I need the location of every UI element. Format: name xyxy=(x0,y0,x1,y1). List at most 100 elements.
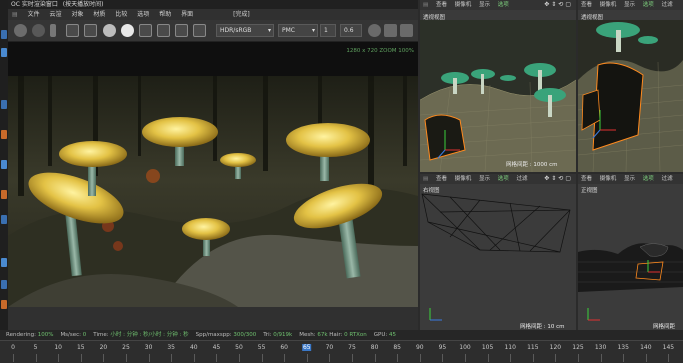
spp-value: 300/300 xyxy=(233,332,257,338)
vp-menu-camera[interactable]: 摄像机 xyxy=(600,174,617,184)
vp-menu-view[interactable]: 查看 xyxy=(436,0,447,10)
tool-icon[interactable] xyxy=(1,30,7,39)
menu-item-material[interactable]: 材质 xyxy=(93,9,105,20)
timeline-tick-label: 100 xyxy=(459,344,471,351)
field-a-input[interactable]: 1 xyxy=(320,24,336,37)
tool-icon[interactable] xyxy=(1,215,7,224)
vp-menu-view[interactable]: 查看 xyxy=(436,174,447,184)
vp-menu-filter[interactable]: 过滤 xyxy=(662,0,673,10)
field-b-input[interactable]: 0.6 xyxy=(340,24,362,37)
clay-mode-icon[interactable] xyxy=(139,24,152,37)
pause-icon[interactable] xyxy=(50,24,56,37)
record-icon[interactable] xyxy=(368,24,381,37)
vp-menu-display[interactable]: 显示 xyxy=(479,174,490,184)
timeline-tick xyxy=(329,354,331,362)
vp-menu-options[interactable]: 选项 xyxy=(643,0,654,10)
vp-menu-view[interactable]: 查看 xyxy=(581,0,592,10)
vp-menu-display[interactable]: 显示 xyxy=(479,0,490,10)
oc-menu-bar: ▤ 文件 云渲 对象 材质 比较 选项 帮助 界面 [完成] xyxy=(8,9,418,20)
vp-menu-camera[interactable]: 摄像机 xyxy=(455,174,472,184)
timeline-tick-label: 85 xyxy=(393,344,402,351)
viewport-front-view[interactable]: 查看 摄像机 显示 选项 过滤 正视图 网格间距 xyxy=(578,174,683,330)
menu-item-options[interactable]: 选项 xyxy=(137,9,149,20)
timeline-tick-label: 45 xyxy=(212,344,221,351)
timeline-tick xyxy=(261,354,263,362)
tool-icon[interactable] xyxy=(1,100,7,109)
snapshot-icon[interactable] xyxy=(400,24,413,37)
timeline-tick xyxy=(13,354,14,362)
timeline-tick xyxy=(171,354,173,362)
color-picker-icon[interactable] xyxy=(193,24,206,37)
hair-label: Hair: xyxy=(329,332,343,338)
tool-icon[interactable] xyxy=(1,130,7,139)
timeline-tick-label: 75 xyxy=(348,344,356,351)
sync-icon[interactable] xyxy=(32,24,45,37)
timeline-tick-label: 15 xyxy=(76,344,85,351)
timeline-tick-label: 95 xyxy=(438,344,447,351)
timeline-tick-label: 105 xyxy=(481,344,494,351)
vp-menu-view[interactable]: 查看 xyxy=(581,174,592,184)
kernel-mode-value: PMC xyxy=(282,27,295,34)
menu-item-cloud[interactable]: 云渲 xyxy=(50,9,62,20)
vp-menu-filter[interactable]: 过滤 xyxy=(662,174,673,184)
timeline-tick-label: 130 xyxy=(594,344,607,351)
tool-icon[interactable] xyxy=(1,190,7,199)
pick-focus-icon[interactable] xyxy=(84,24,97,37)
menu-item-interface[interactable]: 界面 xyxy=(181,9,193,20)
timeline-tick-label: 0 xyxy=(11,344,15,351)
timeline-tick xyxy=(103,354,105,362)
viewport-perspective-top-right[interactable]: 查看 摄像机 显示 选项 过滤 透视视图 xyxy=(578,0,683,172)
timeline-tick xyxy=(578,354,579,362)
viewport-scene xyxy=(578,243,683,321)
settings-gear-icon[interactable] xyxy=(103,24,116,37)
camera-icon[interactable] xyxy=(384,24,397,37)
timeline-playhead[interactable]: 65 xyxy=(301,344,312,351)
viewport-nav-icons[interactable]: ✥⇕⟲▢ xyxy=(544,1,573,8)
vp-menu-options[interactable]: 选项 xyxy=(498,0,509,10)
oc-window-title: OC 实时渲染窗口 xyxy=(11,1,58,8)
tool-icon[interactable] xyxy=(1,160,7,169)
field-a-value: 1 xyxy=(324,27,328,34)
menu-item-compare[interactable]: 比较 xyxy=(115,9,127,20)
timeline-tick-label: 55 xyxy=(257,344,266,351)
menu-item-object[interactable]: 对象 xyxy=(71,9,83,20)
ms-sec-value: 0 xyxy=(82,332,87,338)
tool-icon[interactable] xyxy=(1,300,7,309)
lock-icon[interactable] xyxy=(121,24,134,37)
menu-item-help[interactable]: 帮助 xyxy=(159,9,171,20)
viewport-nav-icons[interactable]: ✥⇕⟲▢ xyxy=(544,175,573,182)
vp-menu-camera[interactable]: 摄像机 xyxy=(455,0,472,10)
timeline-tick xyxy=(58,354,60,362)
color-space-select[interactable]: HDR/sRGB ▾ xyxy=(216,24,274,37)
render-status-tag: [完成] xyxy=(233,11,250,18)
menu-item-file[interactable]: 文件 xyxy=(28,9,40,20)
timeline-tick-label: 60 xyxy=(280,344,289,351)
channel-icon[interactable] xyxy=(157,24,170,37)
vp-menu-display[interactable]: 显示 xyxy=(624,0,635,10)
vp-menu-camera[interactable]: 摄像机 xyxy=(600,0,617,10)
tool-icon[interactable] xyxy=(1,258,7,267)
oc-toolbar: HDR/sRGB ▾ PMC ▾ 1 0.6 xyxy=(8,20,418,42)
vp-menu-options[interactable]: 选项 xyxy=(498,174,509,184)
timeline-tick xyxy=(148,354,150,362)
tool-icon[interactable] xyxy=(1,48,7,57)
vp-menu-filter[interactable]: 过滤 xyxy=(517,174,528,184)
viewport-right-view[interactable]: ▤ 查看 摄像机 显示 选项 过滤 ✥⇕⟲▢ 右视图 网格间距 : 10 cm xyxy=(420,174,576,330)
render-status-bar: Rendering: 100% Ms/sec: 0 Time: 小时 : 分钟 … xyxy=(0,330,683,340)
viewport-scene xyxy=(578,20,683,172)
vp-menu-display[interactable]: 显示 xyxy=(624,174,635,184)
viewport-perspective-top-left[interactable]: ▤ 查看 摄像机 显示 选项 ✥⇕⟲▢ 透视视图 网格间距: 1000 cm xyxy=(420,0,576,172)
timeline-tick-label: 10 xyxy=(54,344,63,351)
timeline-tick-label: 25 xyxy=(122,344,130,351)
kernel-mode-select[interactable]: PMC ▾ xyxy=(278,24,318,37)
rendering-value: 100% xyxy=(37,332,54,338)
vp-menu-options[interactable]: 选项 xyxy=(643,174,654,184)
refresh-icon[interactable] xyxy=(14,24,27,37)
grid-icon[interactable] xyxy=(175,24,188,37)
animation-timeline[interactable]: 0 5 10 15 20 25 30 35 40 45 50 55 60 65 70 75 80 85 90 95 10… xyxy=(0,340,683,363)
tool-icon[interactable] xyxy=(1,280,7,289)
timeline-tick xyxy=(239,354,240,362)
field-b-value: 0.6 xyxy=(344,27,354,34)
render-viewport[interactable] xyxy=(8,76,418,307)
render-region-icon[interactable] xyxy=(66,24,79,37)
